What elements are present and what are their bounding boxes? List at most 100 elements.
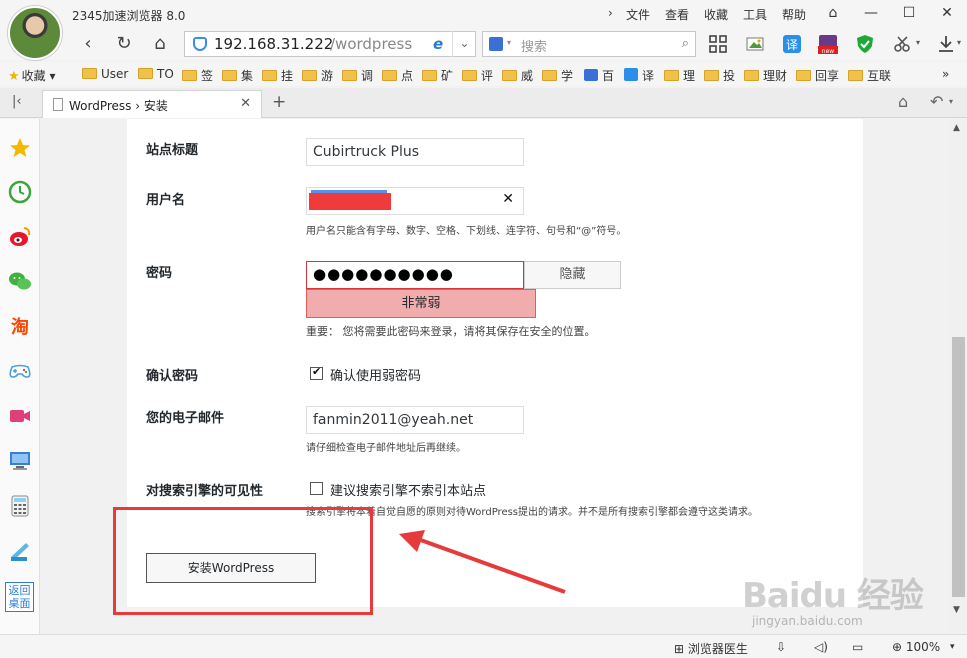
download-icon[interactable] [936, 34, 956, 54]
gamepad-icon[interactable] [8, 359, 32, 383]
address-bar[interactable]: 192.168.31.222 /wordpress e [184, 31, 476, 57]
scissors-dropdown-icon[interactable]: ▾ [916, 38, 920, 47]
status-bar: ⊞ 浏览器医生 ⇩ ◁) ▭ ⊕ 100% ▾ [0, 634, 967, 658]
scroll-up-icon[interactable]: ▲ [953, 123, 960, 133]
menu-file[interactable]: 文件 [626, 6, 650, 23]
bookmark-item[interactable]: 回享 [796, 67, 839, 84]
bookmark-item[interactable]: User [82, 67, 128, 81]
bookmark-item[interactable]: 游 [302, 67, 333, 84]
bookmark-item[interactable]: 百 [584, 67, 614, 84]
home-button[interactable]: ⌂ [148, 32, 172, 56]
close-window-button[interactable]: ✕ [936, 4, 958, 22]
folder-icon [382, 70, 397, 81]
email-input[interactable]: fanmin2011@yeah.net [306, 406, 524, 434]
new-tab-button[interactable]: + [272, 92, 286, 112]
bookmark-item[interactable]: 学 [542, 67, 573, 84]
scroll-down-icon[interactable]: ▼ [953, 605, 960, 615]
site-title-label: 站点标题 [146, 143, 199, 158]
menu-help[interactable]: 帮助 [782, 6, 806, 23]
volume-icon[interactable]: ◁) [814, 640, 828, 654]
vertical-scrollbar[interactable]: ▲ ▼ [950, 119, 967, 634]
calculator-icon[interactable] [8, 494, 32, 518]
hide-password-button[interactable]: 隐藏 [524, 261, 621, 289]
browser-doctor[interactable]: ⊞ 浏览器医生 [674, 640, 748, 657]
download-dropdown-icon[interactable]: ▾ [957, 38, 961, 47]
bookmark-item[interactable]: 集 [222, 67, 253, 84]
bookmark-item[interactable]: TO [138, 67, 174, 81]
confirm-weak-password-checkbox[interactable]: ✔ [310, 365, 323, 380]
confirm-weak-password-label[interactable]: 确认使用弱密码 [330, 365, 421, 384]
taobao-icon[interactable]: 淘 [8, 314, 32, 338]
bookmark-item[interactable]: 理财 [744, 67, 787, 84]
apps-grid-icon[interactable] [708, 34, 728, 54]
scissors-icon[interactable] [893, 34, 913, 54]
back-button[interactable]: ‹ [76, 32, 100, 56]
clear-input-icon[interactable]: ✕ [502, 191, 514, 207]
store-icon[interactable]: ⌂ [898, 92, 908, 111]
translate-icon[interactable]: 译 [782, 34, 802, 54]
bookmark-item[interactable]: 互联 [848, 67, 891, 84]
menu-view[interactable]: 查看 [665, 6, 689, 23]
engine-dropdown-icon[interactable]: ▾ [507, 38, 511, 47]
menu-tools[interactable]: 工具 [743, 6, 767, 23]
minimize-button[interactable]: — [860, 4, 882, 22]
bookmark-item[interactable]: 矿 [422, 67, 453, 84]
address-dropdown-icon[interactable]: ⌄ [452, 31, 476, 57]
game-new-icon[interactable]: new [818, 34, 838, 54]
scrollbar-thumb[interactable] [952, 337, 965, 597]
discourage-search-label[interactable]: 建议搜索引擎不索引本站点 [330, 480, 486, 499]
undo-dropdown-icon[interactable]: ▾ [949, 97, 953, 106]
menu-expand-icon[interactable]: › [608, 6, 613, 20]
wechat-icon[interactable] [8, 269, 32, 293]
username-input[interactable]: ✕ [306, 187, 524, 215]
bookmark-item[interactable]: 评 [462, 67, 493, 84]
password-input[interactable]: ●●●●●●●●●● [306, 261, 524, 289]
baidu-watermark-url: jingyan.baidu.com [752, 614, 863, 628]
star-icon: ★ [8, 69, 20, 84]
favorites-star-icon[interactable] [8, 136, 32, 160]
close-tab-icon[interactable]: ✕ [240, 96, 251, 111]
bookmark-item[interactable]: 点 [382, 67, 413, 84]
back-to-desktop-button[interactable]: 返回 桌面 [5, 582, 34, 612]
bookmark-item[interactable]: 调 [342, 67, 373, 84]
folder-icon [744, 70, 759, 81]
avatar[interactable] [8, 6, 62, 60]
tab-title: WordPress › 安装 [69, 99, 168, 113]
video-icon[interactable] [8, 404, 32, 428]
sidebar-toggle-icon[interactable]: |‹ [12, 94, 22, 109]
skin-icon[interactable]: ⌂ [822, 4, 844, 22]
search-box[interactable]: ▾ 搜索 ⌕ [482, 31, 696, 57]
zoom-dropdown-icon[interactable]: ▾ [950, 642, 955, 652]
bookmarks-more-icon[interactable]: » [942, 67, 949, 81]
bookmark-favorites[interactable]: ★ 收藏 ▾ [8, 67, 56, 84]
tab-wordpress-install[interactable]: WordPress › 安装 ✕ [42, 90, 262, 118]
bookmark-item[interactable]: 签 [182, 67, 213, 84]
weibo-icon[interactable] [8, 225, 32, 249]
computer-icon[interactable] [8, 449, 32, 473]
bookmark-item[interactable]: 投 [704, 67, 735, 84]
notepad-icon[interactable] [8, 539, 32, 563]
discourage-search-checkbox[interactable] [310, 482, 323, 495]
search-icon[interactable]: ⌕ [682, 36, 689, 51]
menu-favorites[interactable]: 收藏 [704, 6, 728, 23]
folder-icon [138, 68, 153, 79]
paw-search-engine-icon[interactable] [489, 37, 503, 51]
zoom-control[interactable]: ⊕ 100% [892, 640, 940, 654]
folder-icon [302, 70, 317, 81]
undo-close-icon[interactable]: ↶ [930, 92, 943, 111]
shield-icon[interactable] [855, 34, 875, 54]
window-icon[interactable]: ▭ [852, 640, 863, 654]
folder-icon [82, 68, 97, 79]
maximize-button[interactable]: ☐ [898, 4, 920, 22]
bookmark-item[interactable]: 译 [624, 67, 654, 84]
refresh-button[interactable]: ↻ [112, 32, 136, 56]
folder-icon [664, 70, 679, 81]
ie-mode-icon[interactable]: e [433, 35, 449, 53]
bookmark-item[interactable]: 理 [664, 67, 695, 84]
history-clock-icon[interactable] [8, 180, 32, 204]
bookmark-item[interactable]: 挂 [262, 67, 293, 84]
site-title-input[interactable]: Cubirtruck Plus [306, 138, 524, 166]
bookmark-item[interactable]: 威 [502, 67, 533, 84]
screenshot-icon[interactable] [745, 34, 765, 54]
download-status-icon[interactable]: ⇩ [776, 640, 786, 654]
